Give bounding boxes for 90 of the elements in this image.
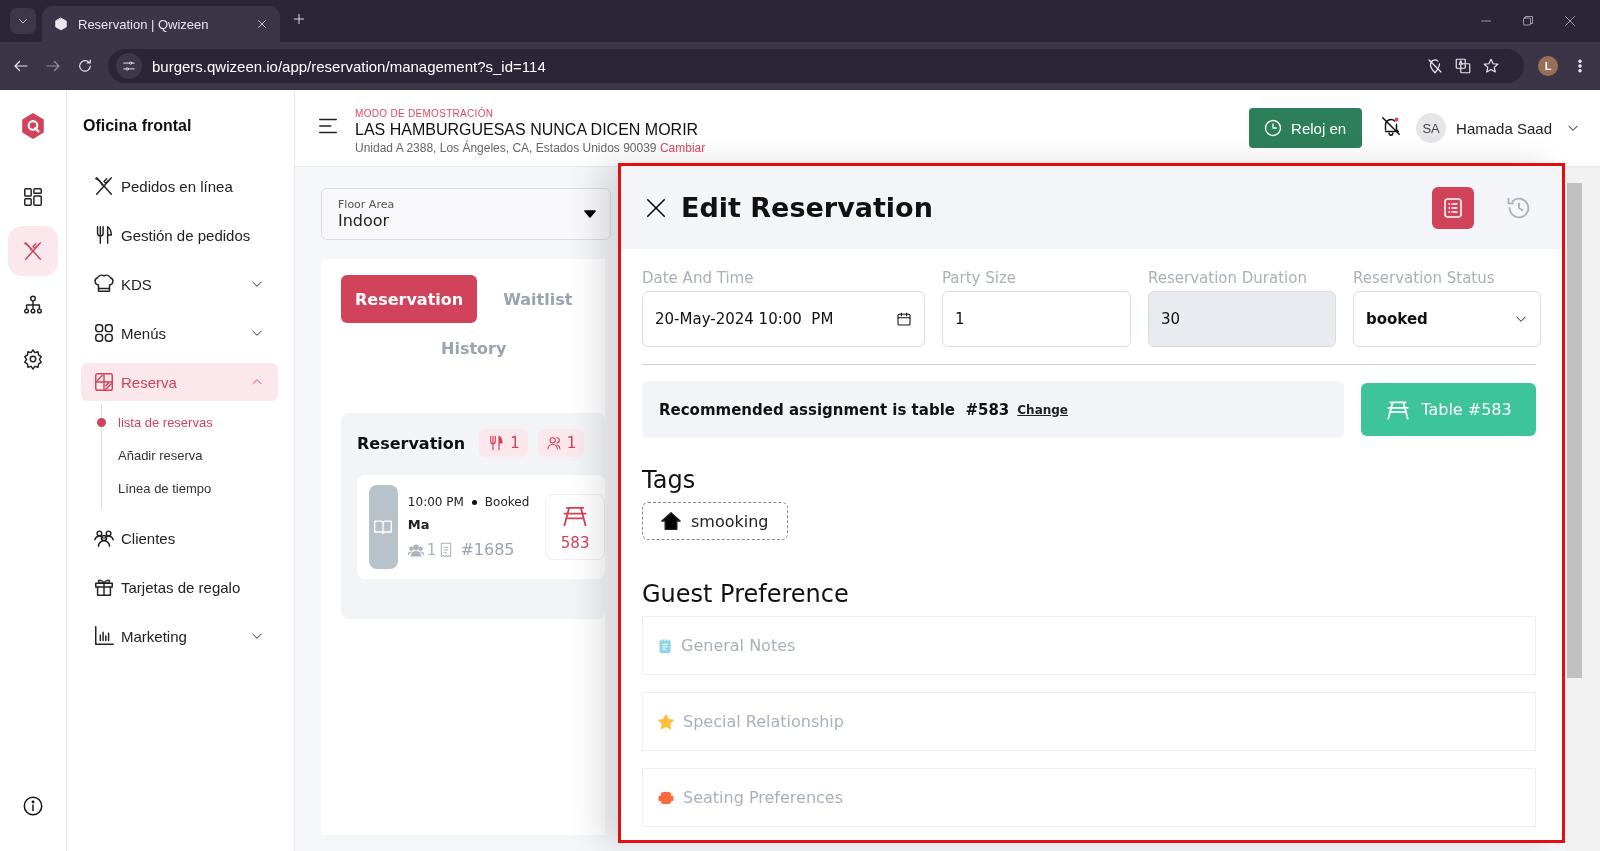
star-icon — [1482, 57, 1500, 75]
party-size: 1 — [426, 540, 437, 559]
reservation-status: Booked — [484, 495, 530, 509]
url-text: burgers.qwizeen.io/app/reservation/management?s_id=114 — [152, 57, 547, 75]
house-icon — [661, 511, 681, 531]
list-tab[interactable]: Reservation — [341, 275, 478, 323]
user-name[interactable]: Hamada Saad — [1456, 119, 1552, 137]
restore-icon — [1522, 15, 1534, 27]
dropdown-icon — [584, 210, 596, 218]
site-settings-icon — [122, 59, 136, 73]
list-icon — [1441, 195, 1465, 220]
sidebar-item[interactable]: Reserva — [81, 363, 278, 401]
scrollbar[interactable] — [1565, 167, 1600, 851]
field-label: Reservation Status — [1353, 269, 1496, 287]
address-bar[interactable]: burgers.qwizeen.io/app/reservation/management?s_id=114 — [108, 49, 1524, 83]
floor-plan-icon — [93, 371, 115, 393]
close-icon — [645, 196, 667, 219]
submenu-item[interactable]: Línea de tiempo — [118, 481, 212, 496]
guests-icon — [407, 542, 424, 557]
list-title: Reservation — [357, 433, 466, 453]
logo-icon — [20, 112, 46, 140]
dashboard-icon — [22, 186, 44, 208]
change-link[interactable]: Cambiar — [659, 140, 706, 155]
settings-icon — [22, 348, 44, 370]
tag-chip[interactable]: smooking — [642, 502, 788, 540]
clock-in-button[interactable]: Reloj en — [1249, 108, 1363, 148]
field-value: Indoor — [338, 211, 391, 230]
panel-title: Edit Reservation — [681, 192, 934, 223]
utensils-icon — [487, 434, 506, 452]
reservation-time: 10:00 PM — [407, 495, 464, 509]
info-icon — [22, 795, 44, 817]
guest-name: Ma — [407, 517, 431, 532]
section-heading: Guest Preference — [642, 580, 850, 608]
bar-chart-icon — [93, 625, 115, 647]
sidebar-item[interactable]: Tarjetas de regalo — [81, 568, 278, 606]
restaurant-address: Unidad A 2388, Los Ángeles, CA, Estados Unidos 90039 Cambiar — [355, 140, 706, 155]
sidebar-item[interactable]: KDS — [81, 265, 278, 303]
reservation-entry[interactable]: 10:00 PM Booked Ma 1 #1685 583 — [357, 475, 605, 579]
close-icon — [256, 18, 268, 30]
count-badge: 1 — [537, 429, 585, 457]
sidebar-item[interactable]: Menús — [81, 314, 278, 352]
site-icon — [54, 17, 68, 31]
sidebar-item[interactable]: Gestión de pedidos — [81, 216, 278, 254]
sidebar-item[interactable]: Clientes — [81, 519, 278, 557]
browser-tab[interactable]: Reservation | Qwizeen — [42, 6, 280, 42]
table-number: 583 — [560, 534, 590, 552]
section-heading: Tags — [642, 466, 697, 494]
input-field[interactable]: 30 — [1148, 291, 1336, 347]
sidebar-item[interactable]: Pedidos en línea — [81, 167, 278, 205]
notifications-off-icon — [1380, 115, 1403, 137]
grid-icon — [93, 322, 115, 344]
active-dot-icon — [97, 418, 106, 427]
fork-knife-icon — [22, 240, 44, 262]
fork-knife-icon — [93, 175, 115, 197]
location-off-icon — [1426, 57, 1444, 75]
star-icon — [657, 712, 675, 731]
hierarchy-icon — [22, 294, 44, 316]
floor-area-select[interactable]: Floor Area Indoor — [321, 188, 611, 240]
status-select[interactable]: booked — [1353, 291, 1541, 347]
demo-mode-label: MODO DE DEMOSTRACIÓN — [355, 107, 495, 119]
translate-icon — [1454, 57, 1472, 75]
sidebar-title: Oficina frontal — [83, 117, 193, 135]
close-icon — [1564, 15, 1576, 27]
person-icon — [545, 435, 562, 451]
submenu-item[interactable]: Añadir reserva — [118, 448, 203, 463]
chef-hat-icon — [93, 273, 115, 295]
view-toggle-button[interactable] — [1432, 186, 1474, 229]
reload-icon — [76, 57, 94, 75]
field-label: Date And Time — [642, 269, 755, 287]
change-link[interactable]: Change — [1017, 402, 1068, 417]
input-field[interactable]: 1 — [942, 291, 1131, 347]
recommendation-text: Recommended assignment is table #583 — [659, 400, 1010, 419]
people-icon — [93, 527, 115, 549]
profile-avatar[interactable]: L — [1538, 56, 1558, 76]
user-avatar[interactable]: SA — [1416, 113, 1447, 143]
sidebar-item[interactable]: Marketing — [81, 617, 278, 655]
count-badge: 1 — [479, 429, 528, 457]
calendar-icon — [896, 311, 912, 327]
field-label: Floor Area — [338, 198, 396, 211]
order-number: #1685 — [460, 540, 515, 559]
date-time-field[interactable]: 20-May-2024 10:00 PM — [642, 291, 925, 347]
receipt-icon — [439, 541, 454, 558]
tab-title: Reservation | Qwizeen — [78, 16, 210, 32]
notepad-icon — [657, 636, 673, 655]
field-label: Reservation Duration — [1148, 269, 1308, 287]
field-label: Party Size — [942, 269, 1018, 287]
submenu-item[interactable]: lista de reservas — [118, 415, 213, 430]
clock-icon — [1263, 118, 1284, 138]
new-tab-icon — [292, 12, 306, 26]
restaurant-name: LAS HAMBURGUESAS NUNCA DICEN MORIR — [355, 120, 700, 139]
